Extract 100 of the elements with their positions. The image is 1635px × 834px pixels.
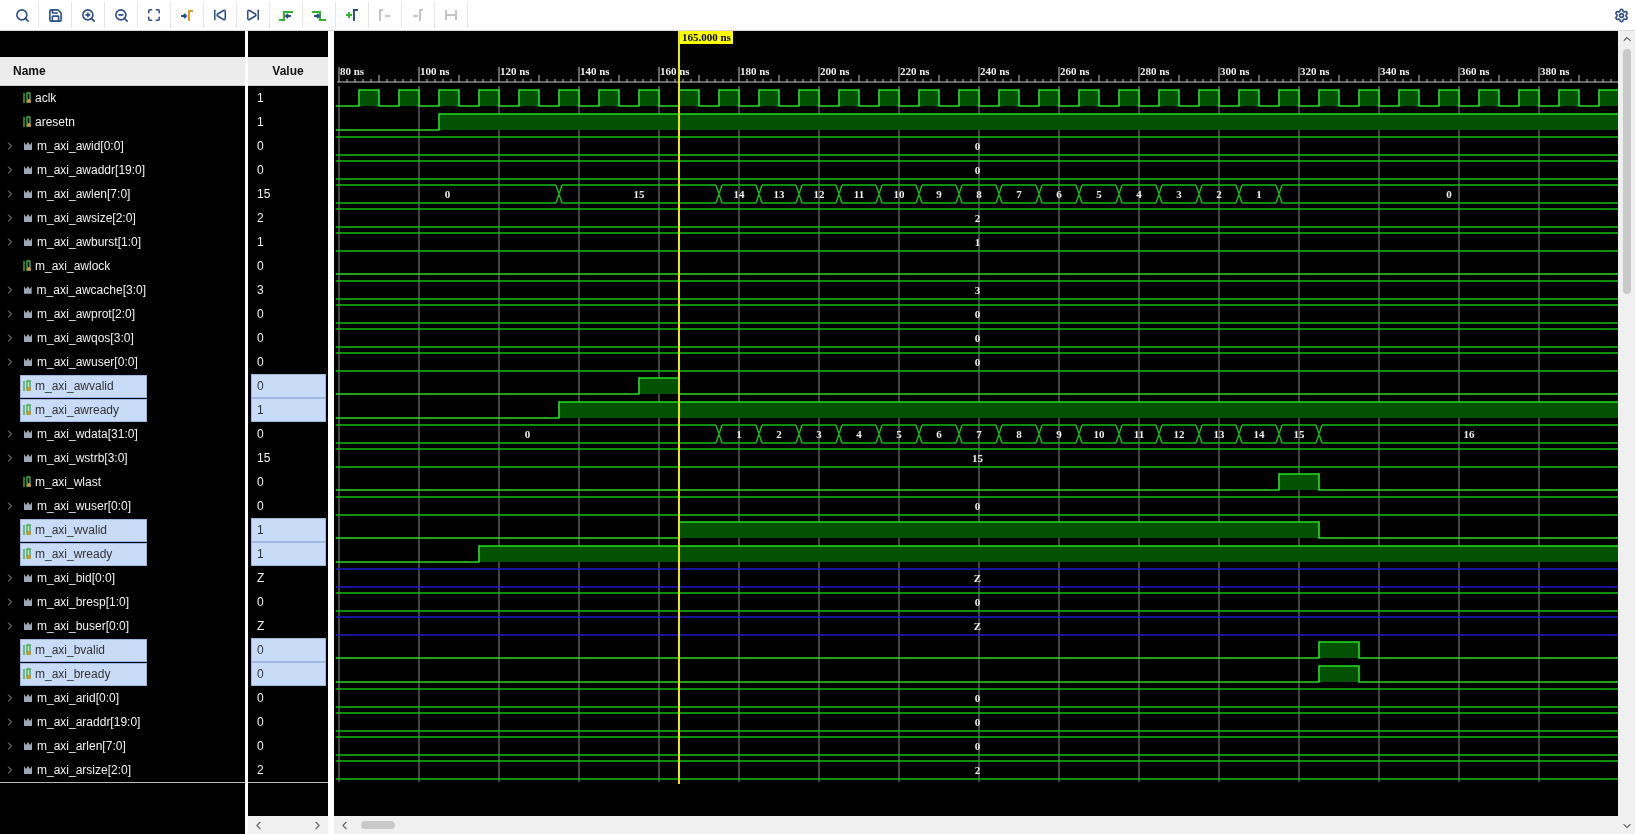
signal-name[interactable]: m_axi_awready	[20, 398, 147, 422]
bus-value: 0	[524, 428, 531, 440]
bus-value: 0	[974, 596, 981, 608]
signal-name[interactable]: m_axi_awuser[0:0]	[20, 350, 147, 374]
signal-name[interactable]: m_axi_awprot[2:0]	[20, 302, 147, 326]
signal-value: 0	[251, 374, 326, 398]
scrollbar-thumb[interactable]	[361, 821, 395, 829]
time-label: 200 ns	[820, 65, 850, 77]
bus-value: 2	[974, 212, 981, 224]
signal-value: 1	[251, 398, 326, 422]
bit-signal-icon	[23, 404, 32, 416]
signal-name[interactable]: m_axi_wlast	[20, 470, 147, 494]
bus-value: 0	[444, 188, 451, 200]
bus-value: 12	[813, 188, 825, 200]
signal-value: 15	[256, 186, 272, 203]
bus-value: 1	[1256, 188, 1262, 200]
bus-value: 7	[976, 428, 982, 440]
time-label: 100 ns	[420, 65, 450, 77]
bit-signal-icon	[23, 524, 32, 536]
arrow-to-edge-icon	[180, 8, 194, 22]
bus-value: 11	[1133, 428, 1145, 440]
zoom-in-icon	[80, 7, 96, 23]
signal-name[interactable]: m_axi_wready	[20, 542, 147, 566]
save-icon	[47, 7, 63, 23]
signal-name[interactable]: m_axi_awid[0:0]	[20, 134, 147, 158]
signal-name[interactable]: aclk	[20, 86, 147, 110]
bit-signal-icon	[23, 644, 32, 656]
bit-signal-icon	[23, 476, 32, 488]
bus-signal-icon	[23, 501, 34, 511]
signal-value: 1	[256, 90, 265, 107]
signal-name[interactable]: m_axi_bresp[1:0]	[20, 590, 147, 614]
bus-value: 15	[1293, 428, 1305, 440]
signal-name[interactable]: m_axi_awcache[3:0]	[20, 278, 147, 302]
signal-name[interactable]: m_axi_awlock	[20, 254, 147, 278]
signal-name[interactable]: m_axi_arlen[7:0]	[20, 734, 147, 758]
column-header[interactable]: Value	[248, 57, 328, 86]
bus-signal-icon	[23, 717, 34, 727]
signal-value: 0	[256, 738, 265, 755]
signal-value: 15	[256, 450, 272, 467]
signal-value: Z	[256, 618, 266, 635]
time-label: 360 ns	[1460, 65, 1490, 77]
bus-signal-icon	[23, 141, 34, 151]
bus-value: 0	[974, 140, 981, 152]
bus-value: 8	[1016, 428, 1022, 440]
signal-name[interactable]: m_axi_araddr[19:0]	[20, 710, 147, 734]
signal-value: 0	[256, 690, 265, 707]
signal-value: 2	[256, 762, 265, 779]
bus-value: 0	[974, 500, 981, 512]
signal-name[interactable]: m_axi_wuser[0:0]	[20, 494, 147, 518]
time-label: 140 ns	[580, 65, 610, 77]
signal-name[interactable]: m_axi_arid[0:0]	[20, 686, 147, 710]
bus-value: 2	[776, 428, 782, 440]
bus-value: 4	[856, 428, 862, 440]
signal-name[interactable]: m_axi_buser[0:0]	[20, 614, 147, 638]
edge-arrow-right-icon	[311, 8, 327, 22]
bus-value: 0	[974, 308, 981, 320]
bus-value: 1	[736, 428, 742, 440]
bus-signal-icon	[23, 453, 34, 463]
bus-value: 3	[816, 428, 822, 440]
time-label: 160 ns	[660, 65, 690, 77]
previous-marker-icon	[378, 8, 392, 22]
bus-value: 0	[1446, 188, 1452, 200]
settings-icon[interactable]	[1614, 7, 1629, 23]
bus-value: 12	[1173, 428, 1185, 440]
signal-name[interactable]: m_axi_awaddr[19:0]	[20, 158, 147, 182]
signal-name[interactable]: m_axi_wdata[31:0]	[20, 422, 147, 446]
signal-name[interactable]: m_axi_awvalid	[20, 374, 147, 398]
signal-name[interactable]: m_axi_awburst[1:0]	[20, 230, 147, 254]
signal-value: 1	[251, 542, 326, 566]
signal-value: 0	[256, 714, 265, 731]
column-header[interactable]: Name	[0, 57, 245, 86]
bit-signal-icon	[23, 548, 32, 560]
bus-value: 4	[1136, 188, 1142, 200]
signal-name[interactable]: m_axi_wvalid	[20, 518, 147, 542]
add-marker-icon	[345, 8, 359, 22]
time-label: 320 ns	[1300, 65, 1330, 77]
bus-value: Z	[973, 620, 982, 632]
time-label: 380 ns	[1540, 65, 1570, 77]
time-label: 80 ns	[340, 65, 365, 77]
skip-forward-icon	[246, 8, 260, 22]
bit-signal-icon	[23, 260, 32, 272]
bus-value: 0	[974, 356, 981, 368]
bus-value: 16	[1463, 428, 1475, 440]
signal-name[interactable]: m_axi_awlen[7:0]	[20, 182, 147, 206]
time-label: 280 ns	[1140, 65, 1170, 77]
signal-name[interactable]: m_axi_bvalid	[20, 638, 147, 662]
scrollbar-thumb[interactable]	[1622, 49, 1631, 294]
signal-value: 0	[256, 162, 265, 179]
signal-name[interactable]: aresetn	[20, 110, 147, 134]
signal-value: 0	[256, 354, 265, 371]
signal-name[interactable]: m_axi_bready	[20, 662, 147, 686]
signal-name[interactable]: m_axi_awqos[3:0]	[20, 326, 147, 350]
signal-name[interactable]: m_axi_bid[0:0]	[20, 566, 147, 590]
bus-signal-icon	[23, 621, 34, 631]
signal-name[interactable]: m_axi_wstrb[3:0]	[20, 446, 147, 470]
bus-signal-icon	[23, 573, 34, 583]
bus-signal-icon	[23, 237, 34, 247]
signal-name[interactable]: m_axi_awsize[2:0]	[20, 206, 147, 230]
signal-name[interactable]: m_axi_arsize[2:0]	[20, 758, 147, 782]
bus-value: 2	[1216, 188, 1222, 200]
